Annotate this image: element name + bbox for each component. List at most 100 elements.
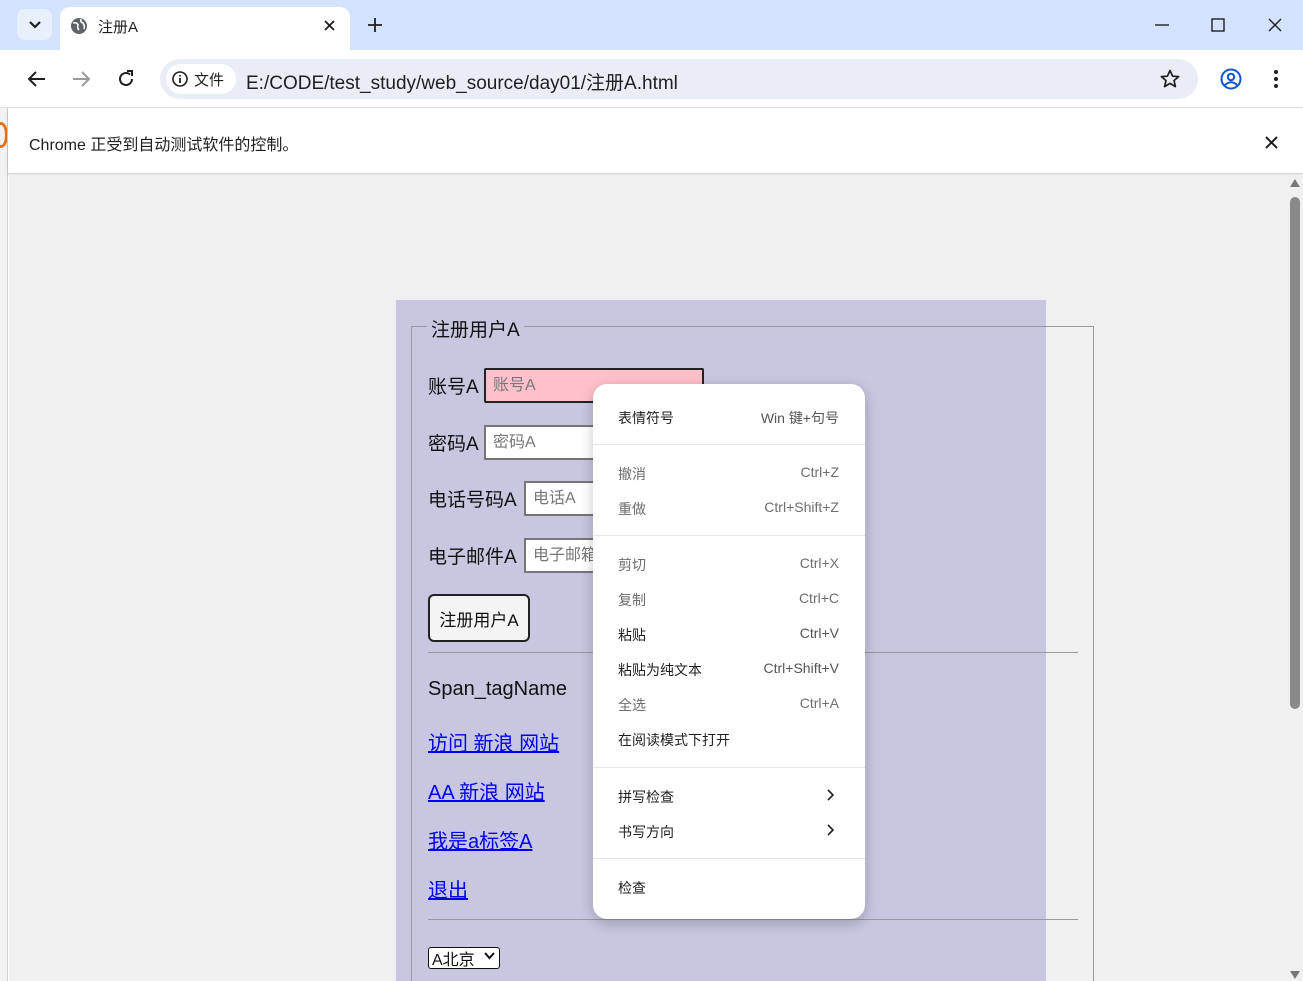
menu-item-shortcut: Ctrl+A: [799, 695, 839, 711]
menu-item-writing-direction[interactable]: 书写方向: [593, 815, 865, 847]
menu-item-label: 复制: [618, 592, 646, 608]
more-vertical-icon: [1274, 70, 1278, 88]
menu-item-undo[interactable]: 撤消 Ctrl+Z: [593, 457, 865, 489]
app-logo-fragment: [0, 122, 7, 148]
new-tab-button[interactable]: [362, 12, 388, 38]
menu-item-shortcut: Ctrl+Shift+Z: [764, 499, 839, 515]
scrollbar-thumb[interactable]: [1290, 197, 1300, 709]
menu-item-label: 剪切: [618, 557, 646, 573]
a-tag-link[interactable]: 我是a标签A: [428, 825, 532, 854]
url-text[interactable]: E:/CODE/test_study/web_source/day01/注册A.…: [246, 68, 678, 95]
automation-infobar: Chrome 正受到自动测试软件的控制。: [8, 108, 1303, 174]
menu-item-shortcut: Ctrl+Shift+V: [763, 660, 839, 676]
account-placeholder: 账号A: [493, 377, 536, 394]
chevron-down-icon: [28, 20, 41, 29]
chevron-down-icon: [484, 952, 495, 960]
register-button[interactable]: 注册用户A: [428, 594, 530, 642]
tab-strip: 注册A: [0, 0, 1303, 50]
menu-item-label: 书写方向: [618, 824, 674, 840]
menu-item-shortcut: Ctrl+Z: [800, 464, 840, 480]
menu-item-shortcut: Ctrl+C: [798, 590, 839, 606]
menu-item-label: 粘贴: [618, 627, 646, 643]
profile-button[interactable]: [1216, 64, 1246, 94]
globe-icon: [71, 18, 87, 34]
close-icon: [323, 19, 335, 31]
chevron-right-icon: [827, 824, 835, 836]
span-tagname-text: Span_tagName: [428, 678, 567, 700]
menu-item-label: 撤消: [618, 466, 646, 482]
scroll-up-arrow-icon[interactable]: [1290, 179, 1300, 187]
menu-item-reading-mode[interactable]: 在阅读模式下打开: [593, 723, 865, 755]
site-info-chip[interactable]: 文件: [166, 64, 236, 94]
scroll-down-arrow-icon[interactable]: [1290, 971, 1300, 979]
address-bar[interactable]: 文件 E:/CODE/test_study/web_source/day01/注…: [160, 59, 1198, 99]
logout-link[interactable]: 退出: [428, 874, 468, 903]
fieldset-legend: 注册用户A: [427, 315, 524, 342]
menu-item-inspect[interactable]: 检查: [593, 871, 865, 903]
menu-item-shortcut: Win 键+句号: [760, 410, 839, 426]
city-select-value: A北京: [432, 952, 475, 969]
menu-item-shortcut: Ctrl+X: [799, 555, 839, 571]
menu-item-label: 表情符号: [618, 410, 674, 426]
sina-link[interactable]: 访问 新浪 网站: [428, 727, 559, 756]
star-icon: [1160, 69, 1180, 88]
menu-separator: [593, 858, 865, 859]
background-window-edge: [0, 108, 8, 981]
maximize-button[interactable]: [1203, 10, 1233, 40]
password-label: 密码A: [428, 434, 479, 455]
page-scrollbar[interactable]: [1287, 175, 1303, 981]
tab-search-button[interactable]: [17, 9, 52, 40]
menu-separator: [593, 444, 865, 445]
menu-item-cut[interactable]: 剪切 Ctrl+X: [593, 548, 865, 580]
info-icon: [172, 71, 188, 87]
minimize-icon: [1155, 24, 1169, 26]
menu-separator: [593, 767, 865, 768]
password-placeholder: 密码A: [493, 434, 536, 451]
site-info-label: 文件: [194, 71, 225, 89]
menu-item-redo[interactable]: 重做 Ctrl+Shift+Z: [593, 492, 865, 524]
arrow-right-icon: [73, 71, 90, 87]
phone-label: 电话号码A: [428, 490, 517, 511]
menu-item-copy[interactable]: 复制 Ctrl+C: [593, 583, 865, 615]
menu-separator: [593, 535, 865, 536]
maximize-icon: [1211, 18, 1225, 32]
menu-item-label: 粘贴为纯文本: [618, 662, 702, 678]
infobar-close-button[interactable]: [1258, 129, 1284, 155]
minimize-button[interactable]: [1147, 10, 1177, 40]
email-label: 电子邮件A: [428, 547, 517, 568]
reload-icon: [119, 70, 133, 86]
menu-item-label: 在阅读模式下打开: [618, 732, 730, 748]
menu-item-emoji[interactable]: 表情符号 Win 键+句号: [593, 401, 865, 433]
menu-item-label: 检查: [618, 880, 646, 896]
menu-item-label: 重做: [618, 501, 646, 517]
menu-item-label: 全选: [618, 697, 646, 713]
back-button[interactable]: [22, 64, 52, 94]
chevron-right-icon: [827, 789, 835, 801]
forward-button[interactable]: [66, 64, 96, 94]
infobar-message: Chrome 正受到自动测试软件的控制。: [29, 137, 299, 154]
arrow-left-icon: [28, 71, 45, 87]
close-icon: [1268, 18, 1282, 32]
reload-button[interactable]: [111, 64, 141, 94]
menu-item-shortcut: Ctrl+V: [799, 625, 839, 641]
phone-placeholder: 电话A: [533, 490, 576, 507]
active-tab[interactable]: 注册A: [60, 7, 350, 50]
city-select[interactable]: A北京: [428, 947, 500, 969]
profile-icon: [1220, 68, 1242, 90]
menu-item-select-all[interactable]: 全选 Ctrl+A: [593, 688, 865, 720]
tab-title: 注册A: [98, 19, 139, 36]
aa-sina-link[interactable]: AA 新浪 网站: [428, 776, 545, 805]
menu-item-paste[interactable]: 粘贴 Ctrl+V: [593, 618, 865, 650]
tab-close-button[interactable]: [318, 14, 340, 36]
window-close-button[interactable]: [1260, 10, 1290, 40]
menu-item-spellcheck[interactable]: 拼写检查: [593, 780, 865, 812]
browser-toolbar: 文件 E:/CODE/test_study/web_source/day01/注…: [0, 50, 1303, 108]
plus-icon: [368, 18, 382, 32]
menu-item-paste-plain[interactable]: 粘贴为纯文本 Ctrl+Shift+V: [593, 653, 865, 685]
email-placeholder: 电子邮箱: [533, 547, 598, 564]
close-icon: [1264, 135, 1278, 149]
context-menu: 表情符号 Win 键+句号 撤消 Ctrl+Z 重做 Ctrl+Shift+Z …: [593, 384, 865, 919]
menu-button[interactable]: [1261, 64, 1291, 94]
menu-item-label: 拼写检查: [618, 789, 674, 805]
bookmark-button[interactable]: [1156, 65, 1184, 93]
